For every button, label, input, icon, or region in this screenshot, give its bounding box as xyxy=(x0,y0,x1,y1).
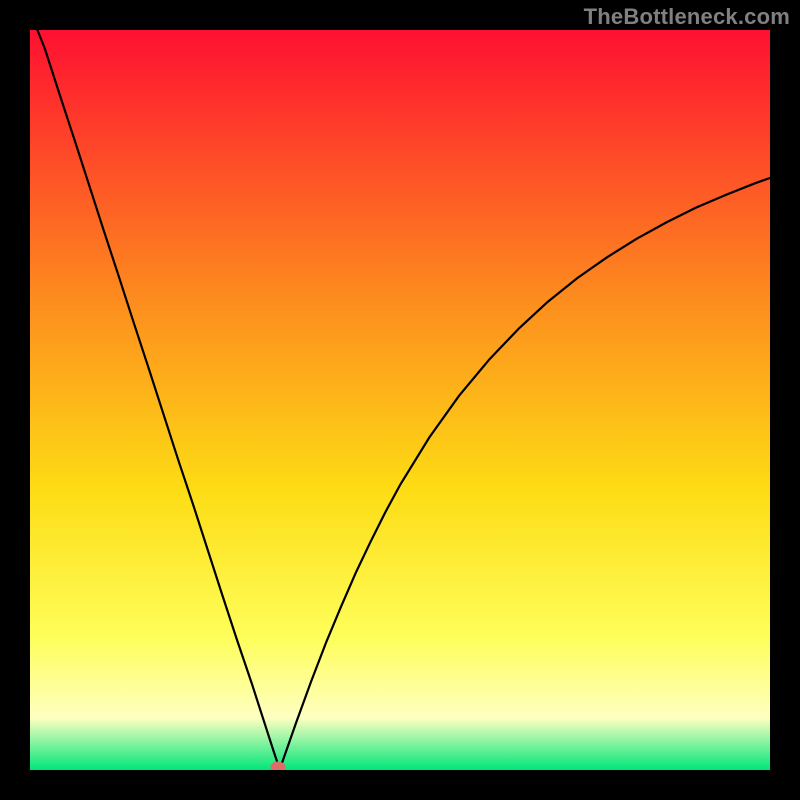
plot-area xyxy=(30,30,770,770)
gradient-background xyxy=(30,30,770,770)
minimum-marker xyxy=(271,762,285,770)
watermark: TheBottleneck.com xyxy=(584,4,790,30)
chart-container: TheBottleneck.com xyxy=(0,0,800,800)
chart-svg xyxy=(30,30,770,770)
